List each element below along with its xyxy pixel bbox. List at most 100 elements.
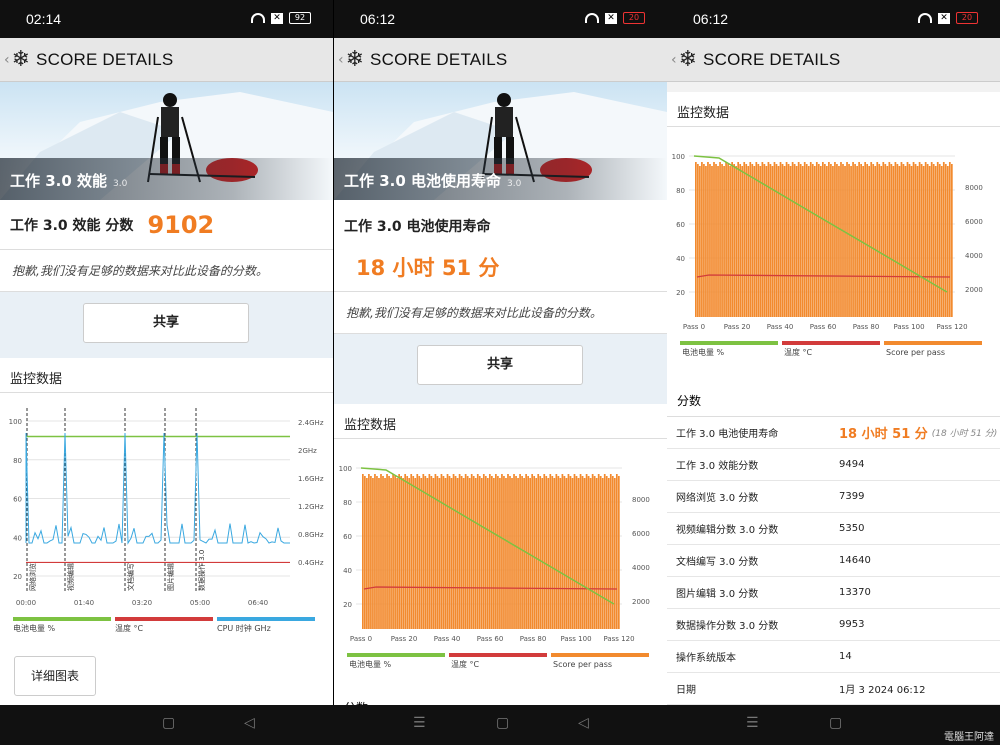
back-button-icon[interactable]: ◁	[578, 715, 589, 731]
score-bar	[747, 166, 750, 317]
score-bar	[611, 476, 614, 629]
score-bar	[585, 474, 588, 629]
detailed-chart-button[interactable]: 详细图表	[14, 656, 96, 696]
score-bar	[509, 476, 511, 629]
score-bar	[828, 162, 830, 317]
score-bar	[725, 162, 727, 317]
status-bar: 02:14 ✕ 92	[0, 0, 333, 38]
score-bar	[497, 476, 499, 629]
score-bar	[388, 476, 390, 629]
score-bar	[695, 162, 697, 317]
home-button-icon[interactable]: ▢	[496, 715, 509, 731]
score-bar	[900, 162, 903, 317]
score-bar	[591, 474, 594, 629]
hero-image: 工作 3.0 效能 3.0	[0, 82, 333, 200]
share-button[interactable]: 共享	[83, 303, 249, 343]
score-bar	[934, 166, 937, 317]
score-bar	[727, 164, 729, 317]
score-bar	[364, 476, 366, 629]
score-row-value: 13370	[839, 587, 871, 598]
score-bar	[785, 162, 788, 317]
sim-icon: ✕	[938, 12, 950, 24]
back-icon[interactable]: ‹	[338, 52, 344, 68]
legend-label: Score per pass	[886, 348, 945, 357]
y2-tick-label: 2000	[632, 598, 650, 606]
score-bar	[484, 476, 487, 629]
phase-label: 文档编写	[126, 563, 135, 591]
snowflake-icon: ❄	[678, 47, 698, 72]
score-bar	[896, 164, 899, 317]
x-tick-label: Pass 0	[683, 323, 705, 331]
score-bar	[922, 166, 925, 317]
score-bar	[549, 474, 552, 629]
score-bar	[864, 162, 867, 317]
score-bar	[420, 478, 423, 629]
page-title: SCORE DETAILS	[36, 49, 174, 69]
score-bar	[880, 166, 883, 317]
x-tick-label: Pass 80	[520, 635, 547, 643]
score-bar	[567, 474, 570, 629]
title-bar: ‹ ❄ SCORE DETAILS	[667, 38, 1000, 82]
home-button-icon[interactable]: ▢	[829, 715, 842, 731]
score-row: 工作 3.0 效能分数 9494	[667, 449, 1000, 481]
home-button-icon[interactable]: ▢	[162, 715, 175, 731]
cpu-clock-line	[25, 432, 290, 545]
x-tick-label: 03:20	[132, 599, 152, 607]
score-bar	[741, 166, 744, 317]
score-row-label: 数据操作分数 3.0 分数	[676, 621, 779, 632]
score-bar	[916, 166, 919, 317]
x-tick-label: Pass 100	[560, 635, 591, 643]
score-bar	[601, 478, 604, 629]
score-bar	[743, 162, 746, 317]
y2-tick-label: 8000	[965, 184, 983, 192]
score-bar	[898, 166, 901, 317]
score-row: 文档编写 3.0 分数 14640	[667, 545, 1000, 577]
score-bar	[826, 166, 828, 317]
back-icon[interactable]: ‹	[671, 52, 677, 68]
score-bar	[396, 478, 398, 629]
score-bar	[414, 478, 417, 629]
legend-swatch	[347, 653, 445, 657]
menu-button-icon[interactable]: ☰	[413, 715, 426, 731]
y2-tick-label: 1.6GHz	[298, 475, 324, 483]
back-button-icon[interactable]: ◁	[244, 715, 255, 731]
score-value: 18 小时 51 分	[356, 256, 500, 280]
share-area: 共享	[334, 334, 667, 404]
score-bar	[521, 476, 523, 629]
score-bar	[486, 478, 489, 629]
x-tick-label: Pass 120	[936, 323, 967, 331]
score-bar	[495, 474, 497, 629]
score-bar	[557, 476, 560, 629]
score-bar	[813, 166, 816, 317]
share-button[interactable]: 共享	[417, 345, 583, 385]
score-bar	[789, 166, 792, 317]
score-bar	[737, 162, 740, 317]
score-bar	[950, 164, 953, 317]
score-bar	[539, 476, 542, 629]
score-bar	[482, 474, 485, 629]
score-value: 9102	[147, 210, 215, 239]
menu-button-icon[interactable]: ☰	[746, 715, 759, 731]
score-bar	[918, 162, 921, 317]
back-icon[interactable]: ‹	[4, 52, 10, 68]
wifi-icon	[585, 13, 599, 23]
legend-swatch	[449, 653, 547, 657]
score-bar	[761, 162, 764, 317]
no-comparison-note: 抱歉,我们没有足够的数据来对比此设备的分数。	[0, 250, 333, 292]
score-bar	[370, 476, 372, 629]
score-row: 网络浏览 3.0 分数 7399	[667, 481, 1000, 513]
score-row-value: 14640	[839, 555, 871, 566]
score-bar	[503, 476, 505, 629]
score-bar	[783, 166, 786, 317]
score-bar	[501, 474, 503, 629]
score-row: 数据操作分数 3.0 分数 9953	[667, 609, 1000, 641]
score-row-label: 工作 3.0 效能分数	[676, 461, 759, 472]
clock: 06:12	[360, 11, 396, 27]
score-bar	[478, 476, 481, 629]
battery-icon: 92	[289, 12, 311, 24]
score-bar	[803, 162, 806, 317]
score-row-label: 操作系统版本	[676, 653, 736, 664]
legend-swatch	[884, 341, 982, 345]
score-bar	[892, 166, 895, 317]
score-bar	[456, 478, 459, 629]
